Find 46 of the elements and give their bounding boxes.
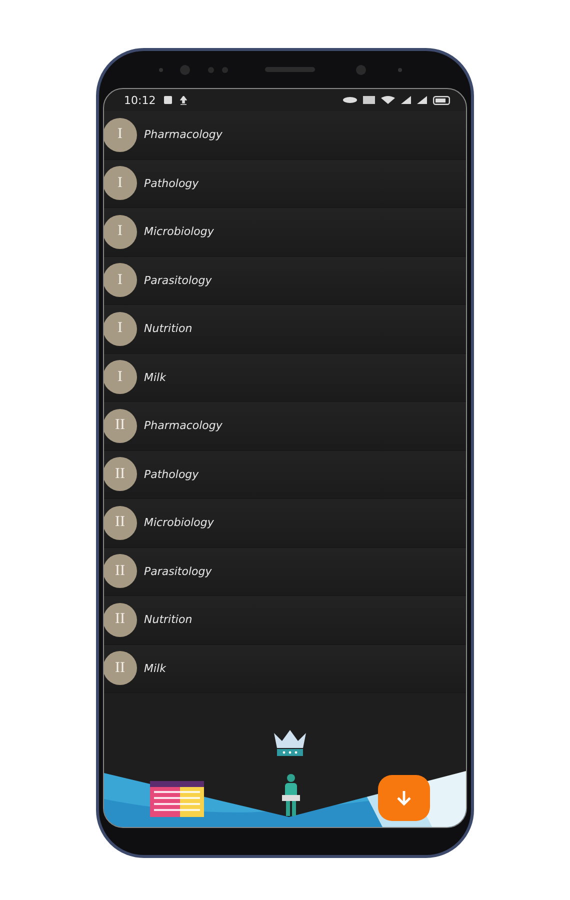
status-time: 10:12 [124, 94, 156, 106]
numeral-badge: I [104, 312, 137, 346]
list-row[interactable]: I Microbiology [104, 208, 466, 256]
doctor-figure-icon[interactable] [280, 773, 302, 817]
list-row[interactable]: I Milk [104, 354, 466, 402]
download-button[interactable] [378, 775, 430, 821]
arrow-down-icon [397, 790, 411, 806]
crown-icon[interactable] [273, 729, 307, 757]
wifi-icon [381, 96, 395, 104]
numeral-badge: II [104, 408, 137, 443]
numeral-badge: I [104, 118, 137, 152]
list-row[interactable]: II Parasitology [104, 548, 466, 596]
subject-label: Pathology [144, 176, 199, 190]
upload-icon [180, 96, 187, 104]
numeral-badge: I [104, 166, 137, 200]
numeral-badge: II [104, 506, 137, 540]
numeral-badge: II [104, 602, 137, 637]
subject-label: Parasitology [144, 564, 212, 578]
subject-label: Nutrition [144, 322, 192, 336]
numeral-badge: I [104, 214, 137, 249]
numeral-badge: II [104, 457, 137, 492]
numeral-badge: I [104, 360, 137, 394]
battery-icon [433, 96, 450, 104]
numeral-badge: II [104, 554, 137, 588]
subject-label: Pharmacology [144, 128, 222, 142]
list-row[interactable]: I Pharmacology [104, 111, 466, 160]
note-icon [164, 96, 172, 104]
subject-label: Pharmacology [144, 419, 222, 432]
subject-label: Nutrition [144, 613, 192, 626]
subject-label: Pathology [144, 468, 199, 481]
subject-label: Microbiology [144, 225, 214, 238]
list-row[interactable]: II Nutrition [104, 596, 466, 644]
subject-label: Milk [144, 370, 166, 384]
subject-label: Microbiology [144, 516, 214, 530]
numeral-badge: I [104, 263, 137, 298]
list-row[interactable]: II Pathology [104, 450, 466, 499]
calendar-icon[interactable] [150, 781, 204, 817]
subject-label: Milk [144, 662, 166, 675]
list-row[interactable]: II Milk [104, 644, 466, 693]
list-row[interactable]: I Nutrition [104, 305, 466, 354]
subject-label: Parasitology [144, 274, 212, 287]
list-row[interactable]: I Parasitology [104, 256, 466, 305]
list-row[interactable]: I Pathology [104, 160, 466, 208]
numeral-badge: II [104, 651, 137, 686]
list-row[interactable]: II Microbiology [104, 499, 466, 548]
list-row[interactable]: II Pharmacology [104, 402, 466, 450]
